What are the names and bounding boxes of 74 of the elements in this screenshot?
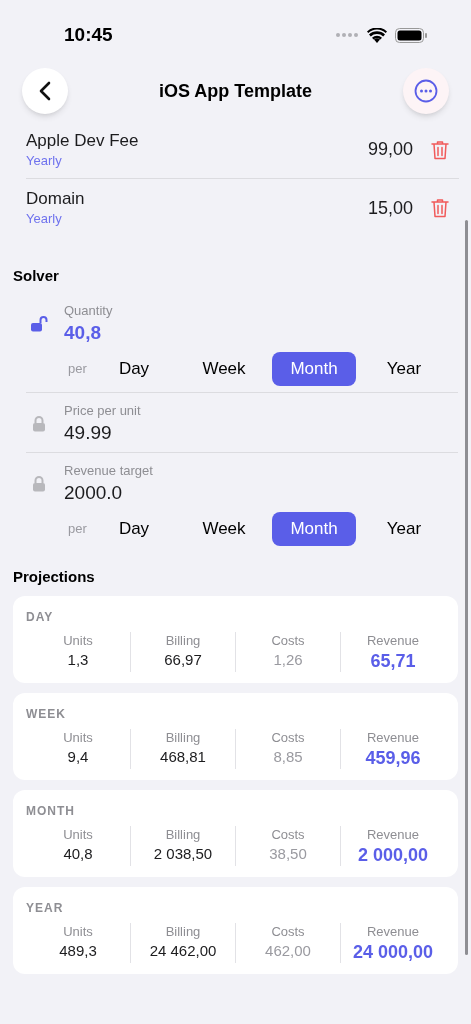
- status-time: 10:45: [64, 22, 113, 47]
- metric-label: Billing: [165, 632, 201, 650]
- back-button[interactable]: [22, 68, 68, 114]
- period-option[interactable]: Year: [362, 351, 446, 386]
- period-heading: YEAR: [26, 900, 64, 917]
- more-icon: [414, 79, 438, 103]
- metric-value: 2 000,00: [357, 844, 429, 866]
- unlocked-lock-icon[interactable]: [30, 314, 48, 333]
- cost-name: Apple Dev Fee: [26, 129, 140, 152]
- period-option[interactable]: Month: [272, 351, 356, 386]
- metric-value: 66,97: [164, 650, 202, 670]
- metric-label: Billing: [165, 826, 201, 844]
- metric-label: Units: [63, 923, 93, 941]
- trash-icon: [431, 198, 449, 218]
- field-label: Quantity: [64, 301, 113, 320]
- metric-value: 468,81: [160, 747, 206, 767]
- metric-label: Billing: [165, 729, 201, 747]
- period-heading: MONTH: [26, 803, 75, 820]
- metric-value: 40,8: [63, 844, 93, 864]
- period-option[interactable]: Year: [362, 511, 446, 546]
- trash-icon: [431, 139, 449, 160]
- metric-label: Revenue: [366, 923, 419, 941]
- metric-label: Costs: [271, 632, 305, 650]
- metric-label: Billing: [165, 923, 201, 941]
- nav-title: iOS App Template: [159, 79, 312, 103]
- metric-value: 489,3: [59, 941, 97, 961]
- field-value[interactable]: 40,8: [64, 319, 113, 346]
- per-label: per: [67, 519, 88, 538]
- metric-label: Revenue: [366, 826, 419, 844]
- cost-amount: 15,00: [367, 196, 413, 220]
- period-option[interactable]: Month: [272, 511, 356, 546]
- cost-period: Yearly: [26, 210, 63, 228]
- field-label: Price per unit: [64, 401, 141, 420]
- period-heading: WEEK: [26, 706, 66, 723]
- back-chevron-icon: [39, 81, 51, 101]
- per-label: per: [67, 359, 88, 378]
- metric-value: 8,85: [273, 747, 303, 767]
- metric-label: Revenue: [366, 729, 419, 747]
- metric-value: 24 000,00: [352, 941, 434, 963]
- metric-value: 38,50: [269, 844, 307, 864]
- cost-amount: 99,00: [367, 138, 413, 161]
- cost-name: Domain: [26, 188, 86, 210]
- signal-icon: [335, 32, 359, 38]
- metric-value: 24 462,00: [149, 941, 217, 961]
- period-option[interactable]: Week: [182, 351, 266, 386]
- period-option[interactable]: Day: [92, 511, 176, 546]
- metric-value: 459,96: [365, 747, 421, 769]
- delete-button[interactable]: [431, 139, 449, 160]
- metric-label: Units: [63, 826, 93, 844]
- metric-label: Costs: [271, 923, 305, 941]
- metric-label: Costs: [271, 729, 305, 747]
- section-title: Solver: [13, 266, 60, 286]
- metric-value: 462,00: [265, 941, 311, 961]
- metric-label: Units: [63, 632, 93, 650]
- wifi-icon: [367, 27, 387, 43]
- metric-label: Costs: [271, 826, 305, 844]
- battery-icon: [395, 27, 427, 43]
- more-button[interactable]: [403, 68, 449, 114]
- metric-label: Revenue: [366, 632, 419, 650]
- metric-label: Units: [63, 729, 93, 747]
- field-value[interactable]: 2000.0: [64, 479, 153, 506]
- metric-value: 65,71: [370, 650, 416, 672]
- period-option[interactable]: Day: [92, 351, 176, 386]
- section-title: Projections: [13, 566, 96, 587]
- metric-value: 9,4: [67, 747, 89, 767]
- period-option[interactable]: Week: [182, 511, 266, 546]
- delete-button[interactable]: [431, 198, 449, 218]
- metric-value: 1,3: [67, 650, 89, 670]
- metric-value: 1,26: [273, 650, 303, 670]
- cost-period: Yearly: [26, 151, 63, 170]
- field-value[interactable]: 49.99: [64, 419, 141, 446]
- metric-value: 2 038,50: [153, 844, 213, 864]
- field-label: Revenue target: [64, 461, 153, 480]
- period-heading: DAY: [26, 609, 54, 626]
